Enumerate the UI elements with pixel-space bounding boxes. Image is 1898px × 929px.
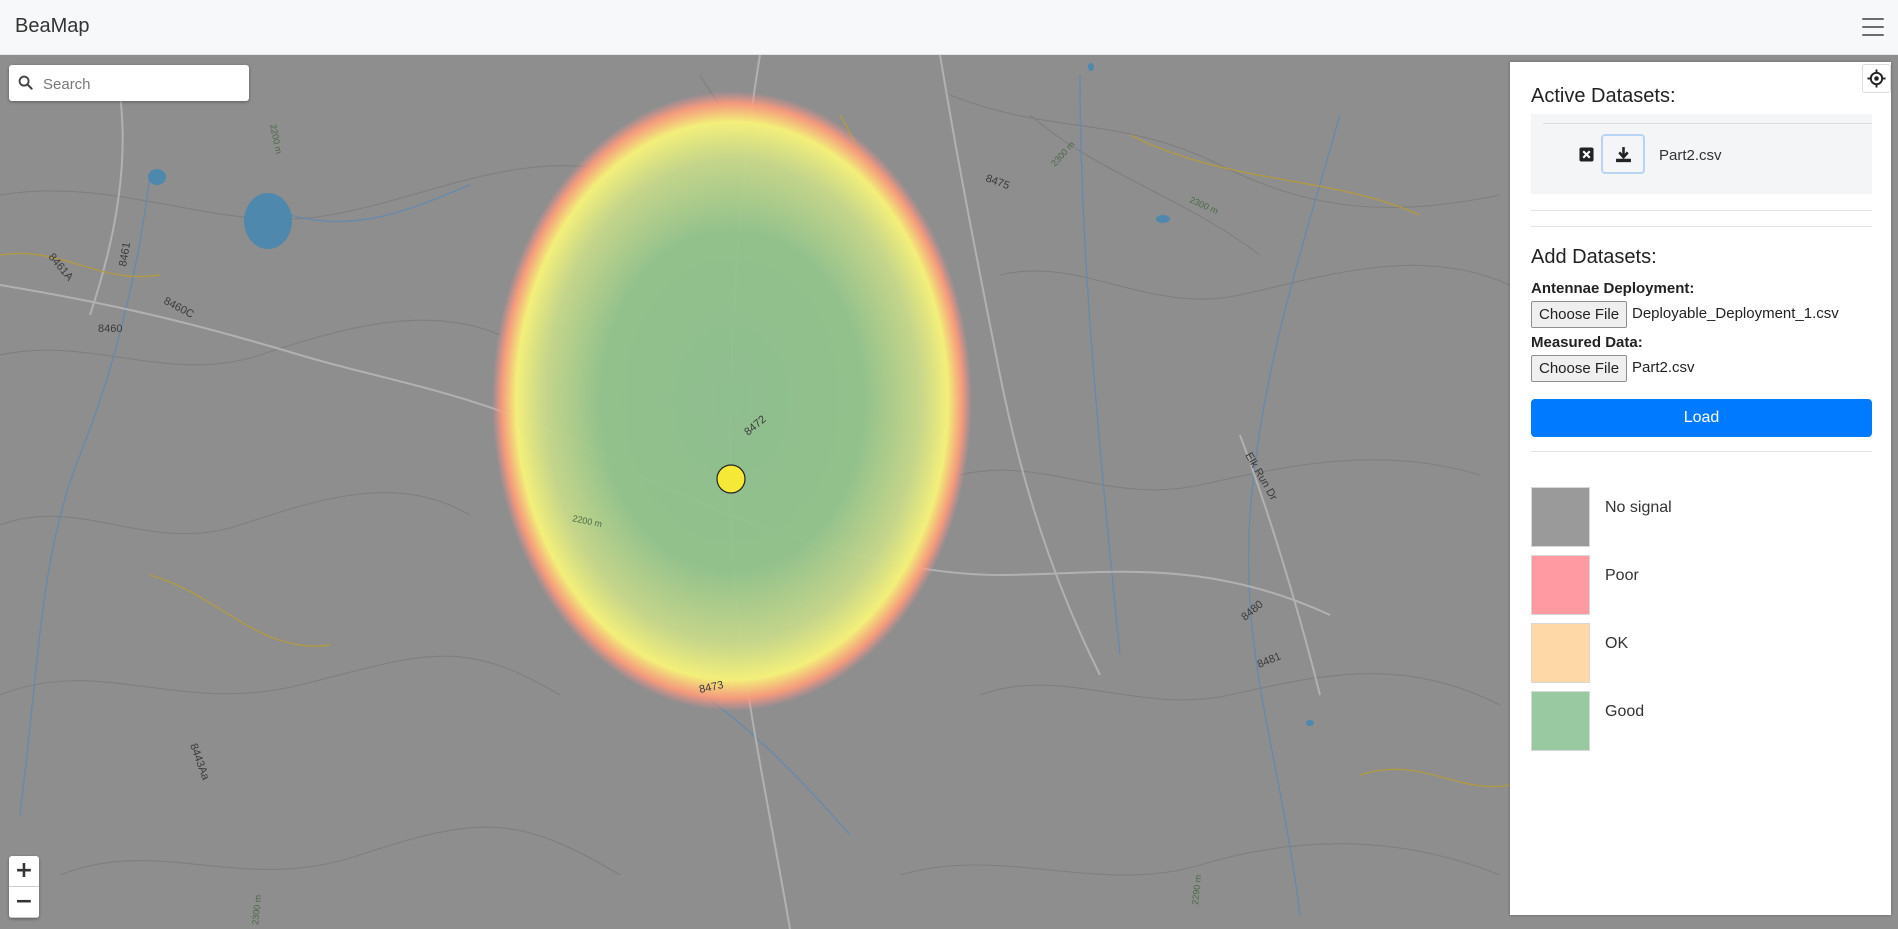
measured-data-label: Measured Data: — [1531, 334, 1643, 351]
legend-label: No signal — [1605, 499, 1672, 516]
map-label: 8472 — [742, 413, 768, 438]
divider — [1531, 451, 1872, 452]
contour-label: 2300 m — [1188, 195, 1220, 216]
add-datasets-heading: Add Datasets: — [1531, 246, 1657, 268]
map-label: 8475 — [984, 173, 1011, 193]
map-label: 8461A — [46, 251, 76, 284]
measured-file-name: Part2.csv — [1632, 359, 1695, 376]
map-label: 8461 — [117, 241, 133, 267]
legend-swatch — [1531, 555, 1590, 615]
divider — [1531, 226, 1872, 227]
search-box[interactable] — [9, 65, 249, 101]
zoom-out-button[interactable]: − — [9, 887, 39, 918]
legend-item-poor: Poor — [1531, 555, 1831, 615]
hamburger-icon[interactable] — [1862, 18, 1884, 36]
map-label: 8460 — [98, 323, 122, 335]
map-label: 8460C — [162, 295, 196, 321]
map-label: 8480 — [1239, 598, 1265, 623]
locate-icon — [1867, 69, 1886, 88]
contour-label: 2200 m — [268, 123, 284, 154]
top-navbar: BeaMap — [0, 0, 1898, 55]
map-label: 8481 — [1256, 650, 1283, 670]
app-brand[interactable]: BeaMap — [15, 15, 90, 38]
map-label: 8443Aa — [187, 742, 212, 783]
divider — [1531, 210, 1872, 211]
download-icon — [1615, 146, 1631, 162]
contour-label: 2200 m — [572, 513, 603, 529]
download-button[interactable] — [1601, 134, 1645, 174]
contour-label: 2290 m — [1190, 874, 1203, 905]
map-label: 8473 — [698, 679, 724, 696]
search-icon — [18, 75, 33, 90]
legend-swatch — [1531, 691, 1590, 751]
active-datasets-heading: Active Datasets: — [1531, 85, 1676, 107]
contour-label: 2300 m — [1049, 139, 1077, 168]
legend-swatch — [1531, 623, 1590, 683]
antenna-marker[interactable] — [716, 464, 746, 494]
zoom-control: + − — [9, 856, 39, 918]
legend-label: Good — [1605, 703, 1645, 720]
antenna-deployment-label: Antennae Deployment: — [1531, 280, 1695, 297]
legend-item-good: Good — [1531, 691, 1831, 751]
load-button[interactable]: Load — [1531, 399, 1872, 437]
legend-swatch — [1531, 487, 1590, 547]
legend-item-no-signal: No signal — [1531, 487, 1831, 547]
legend-label: OK — [1605, 635, 1629, 652]
search-input[interactable] — [41, 71, 245, 97]
map-label: Elk Run Dr — [1242, 451, 1279, 503]
antenna-file-name: Deployable_Deployment_1.csv — [1632, 305, 1839, 322]
contour-label: 2300 m — [250, 894, 263, 925]
locate-button[interactable] — [1862, 64, 1891, 93]
divider — [1543, 123, 1872, 124]
zoom-in-button[interactable]: + — [9, 856, 39, 887]
datasets-panel: Active Datasets: Part2.csv Add Datasets:… — [1510, 62, 1891, 915]
active-dataset-name: Part2.csv — [1659, 147, 1722, 164]
close-box-icon[interactable] — [1579, 147, 1594, 162]
active-dataset-row: Part2.csv — [1531, 114, 1872, 194]
legend-label: Poor — [1605, 567, 1639, 584]
antenna-choose-file-button[interactable]: Choose File — [1531, 301, 1628, 328]
legend-item-ok: OK — [1531, 623, 1831, 683]
measured-choose-file-button[interactable]: Choose File — [1531, 355, 1628, 382]
